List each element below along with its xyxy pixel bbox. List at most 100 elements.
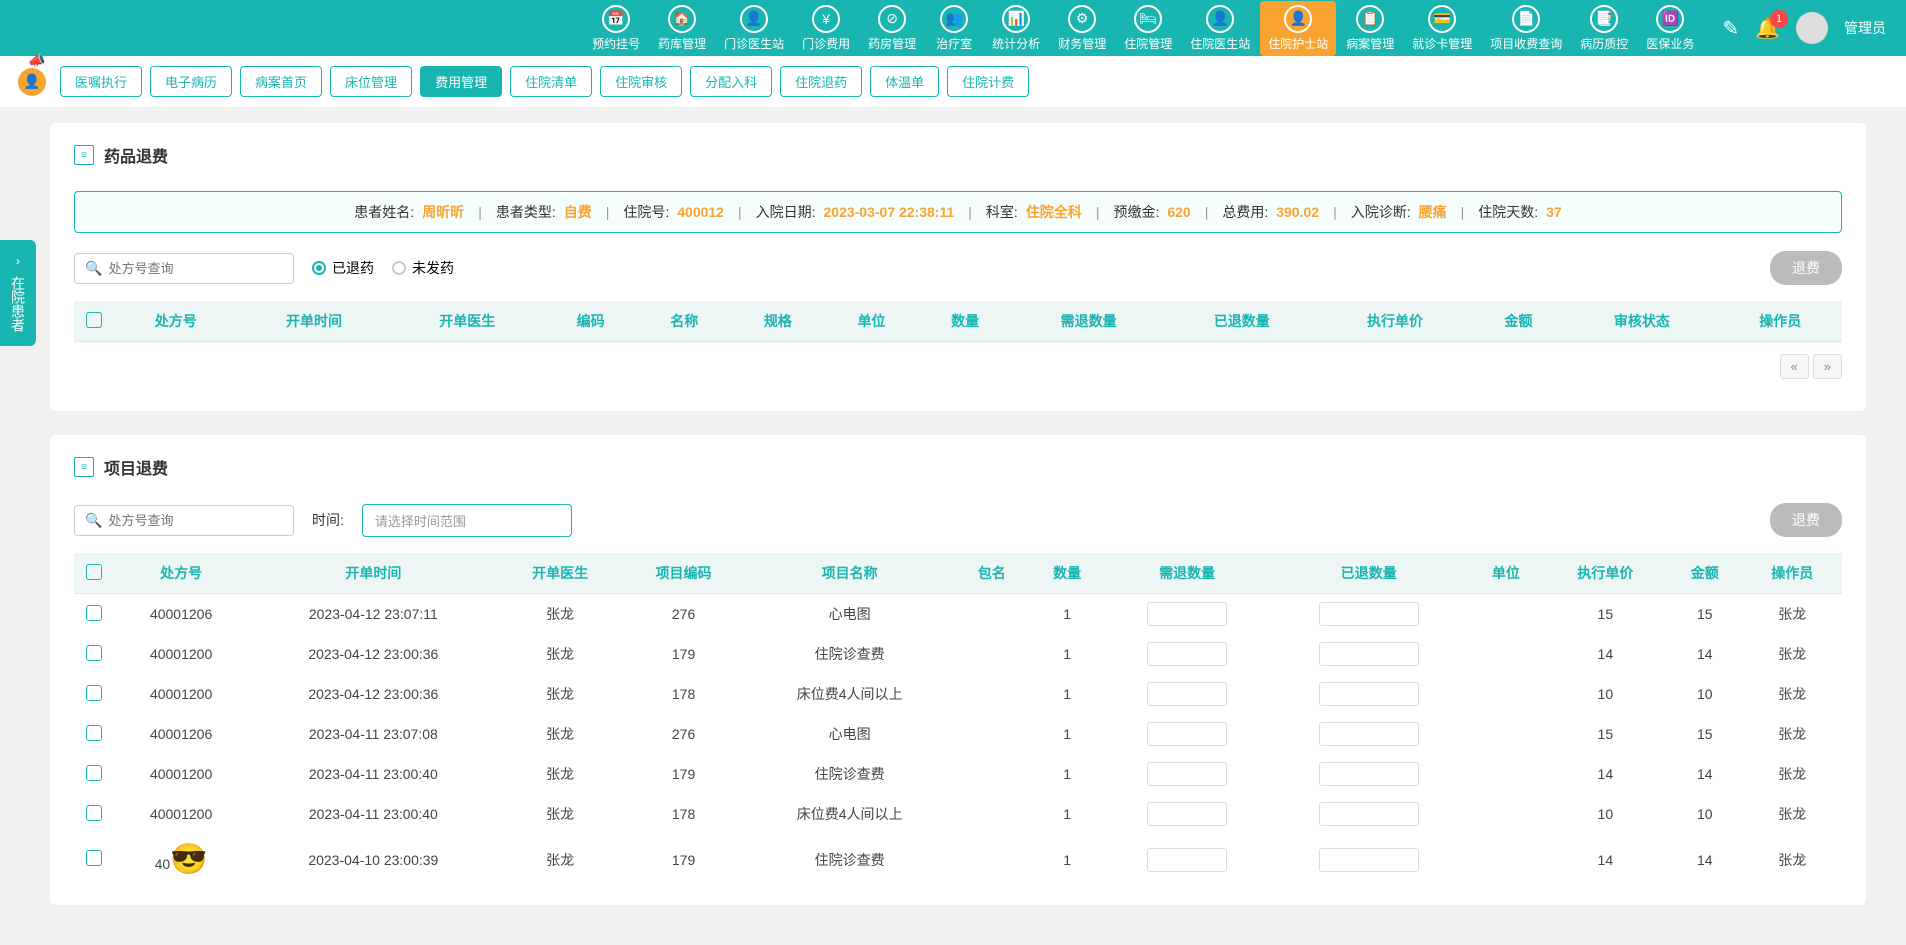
- nav-item[interactable]: 🆔医保业务: [1638, 1, 1702, 56]
- refunded-input[interactable]: [1319, 848, 1419, 872]
- row-checkbox[interactable]: [86, 685, 102, 701]
- nav-item[interactable]: 💳就诊卡管理: [1404, 1, 1480, 56]
- tab-button[interactable]: 住院计费: [947, 66, 1029, 97]
- tab-button[interactable]: 分配入科: [690, 66, 772, 97]
- edit-icon[interactable]: ✎: [1722, 16, 1739, 41]
- rx-search-box-2[interactable]: 🔍: [74, 505, 294, 536]
- row-checkbox[interactable]: [86, 605, 102, 621]
- nav-icon: 📋: [1356, 5, 1384, 33]
- date-range-input[interactable]: 请选择时间范围: [362, 504, 572, 537]
- rx-search-input[interactable]: [108, 261, 284, 276]
- nav-item[interactable]: 📋病案管理: [1338, 1, 1402, 56]
- nav-item[interactable]: ¥门诊费用: [794, 1, 858, 56]
- refunded-input[interactable]: [1319, 642, 1419, 666]
- nav-label: 财务管理: [1058, 35, 1106, 52]
- tab-button[interactable]: 住院审核: [600, 66, 682, 97]
- nav-item[interactable]: 👥治疗室: [926, 1, 982, 56]
- radio-undispensed[interactable]: 未发药: [392, 258, 454, 278]
- need-refund-input[interactable]: [1147, 642, 1227, 666]
- chevron-right-icon: ›: [16, 254, 20, 268]
- column-header: 包名: [954, 553, 1029, 594]
- need-refund-input[interactable]: [1147, 682, 1227, 706]
- nav-item[interactable]: 👤门诊医生站: [716, 1, 792, 56]
- row-checkbox[interactable]: [86, 765, 102, 781]
- nav-item[interactable]: 👤住院护士站: [1260, 1, 1336, 56]
- rx-search-input-2[interactable]: [108, 513, 284, 528]
- refund-button[interactable]: 退费: [1770, 251, 1842, 285]
- column-header: 执行单价: [1544, 553, 1667, 594]
- panel-title: 药品退费: [104, 143, 168, 167]
- column-header: 处方号: [114, 553, 248, 594]
- select-all-checkbox[interactable]: [86, 564, 102, 580]
- admin-label: 管理员: [1844, 18, 1886, 38]
- need-refund-input[interactable]: [1147, 602, 1227, 626]
- row-checkbox[interactable]: [86, 725, 102, 741]
- nav-item[interactable]: 👤住院医生站: [1182, 1, 1258, 56]
- nav-icon: ⚙: [1068, 5, 1096, 33]
- tab-button[interactable]: 体温单: [870, 66, 939, 97]
- column-header: 处方号: [114, 301, 237, 342]
- need-refund-input[interactable]: [1147, 802, 1227, 826]
- side-tab-label: 在院患者: [8, 276, 28, 332]
- column-header: 审核状态: [1565, 301, 1718, 342]
- column-header: 名称: [637, 301, 731, 342]
- column-header: 开单医生: [498, 553, 621, 594]
- nav-item[interactable]: ⚙ 财务管理: [1050, 1, 1114, 56]
- column-header: 需退数量: [1105, 553, 1270, 594]
- panel-title: 项目退费: [104, 455, 168, 479]
- header-nav: 📅 预约挂号 🏠药库管理👤门诊医生站¥门诊费用⊘药房管理👥治疗室📊统计分析 ⚙ 财务管理…: [584, 1, 1702, 56]
- tab-button[interactable]: 住院退药: [780, 66, 862, 97]
- bell-icon[interactable]: 🔔1: [1755, 16, 1780, 41]
- tab-button[interactable]: 床位管理: [330, 66, 412, 97]
- refund-button-2[interactable]: 退费: [1770, 503, 1842, 537]
- nav-icon: 👤: [1284, 5, 1312, 33]
- pager-prev[interactable]: «: [1780, 354, 1809, 379]
- item-refund-table: 处方号开单时间开单医生项目编码项目名称包名数量需退数量已退数量单位执行单价金额操…: [74, 553, 1842, 885]
- nav-icon: 📅: [602, 5, 630, 33]
- pager-next[interactable]: »: [1813, 354, 1842, 379]
- nav-icon: 💳: [1428, 5, 1456, 33]
- column-header: 数量: [1029, 553, 1104, 594]
- tab-button[interactable]: 电子病历: [150, 66, 232, 97]
- rx-search-box[interactable]: 🔍: [74, 253, 294, 284]
- panel-icon: ≡: [74, 145, 94, 165]
- tab-button[interactable]: 费用管理: [420, 66, 502, 97]
- row-checkbox[interactable]: [86, 850, 102, 866]
- tab-button[interactable]: 住院清单: [510, 66, 592, 97]
- nav-item[interactable]: 📅 预约挂号: [584, 1, 648, 56]
- nav-label: 预约挂号: [592, 35, 640, 52]
- row-checkbox[interactable]: [86, 645, 102, 661]
- table-row: 40001200 2023-04-11 23:00:40 张龙 178 床位费4…: [74, 794, 1842, 834]
- refunded-input[interactable]: [1319, 762, 1419, 786]
- tabs-bar: 📣 👤 医嘱执行电子病历病案首页床位管理费用管理住院清单住院审核分配入科住院退药…: [0, 56, 1906, 107]
- time-label: 时间:: [312, 510, 344, 530]
- need-refund-input[interactable]: [1147, 762, 1227, 786]
- nav-item[interactable]: 🛏住院管理: [1116, 1, 1180, 56]
- row-checkbox[interactable]: [86, 805, 102, 821]
- select-all-checkbox[interactable]: [86, 312, 102, 328]
- refunded-input[interactable]: [1319, 682, 1419, 706]
- table-row: 40😎 2023-04-10 23:00:39 张龙 179 住院诊查费 1 1…: [74, 834, 1842, 885]
- nav-item[interactable]: 🏠药库管理: [650, 1, 714, 56]
- tab-button[interactable]: 病案首页: [240, 66, 322, 97]
- nav-icon: 🛏: [1134, 5, 1162, 33]
- radio-icon: [312, 261, 326, 275]
- side-tab-patients[interactable]: › 在院患者: [0, 240, 36, 346]
- tab-button[interactable]: 医嘱执行: [60, 66, 142, 97]
- nav-item[interactable]: 📑病历质控: [1572, 1, 1636, 56]
- need-refund-input[interactable]: [1147, 848, 1227, 872]
- column-header: 开单时间: [248, 553, 498, 594]
- search-icon: 🔍: [85, 512, 102, 529]
- nav-icon: ¥: [812, 5, 840, 33]
- nav-item[interactable]: ⊘药房管理: [860, 1, 924, 56]
- refunded-input[interactable]: [1319, 722, 1419, 746]
- column-header: 项目编码: [622, 553, 745, 594]
- need-refund-input[interactable]: [1147, 722, 1227, 746]
- nav-item[interactable]: 📄项目收费查询: [1482, 1, 1570, 56]
- nav-item[interactable]: 📊统计分析: [984, 1, 1048, 56]
- radio-refunded[interactable]: 已退药: [312, 258, 374, 278]
- avatar[interactable]: [1796, 12, 1828, 44]
- refunded-input[interactable]: [1319, 802, 1419, 826]
- column-header: 已退数量: [1165, 301, 1318, 342]
- refunded-input[interactable]: [1319, 602, 1419, 626]
